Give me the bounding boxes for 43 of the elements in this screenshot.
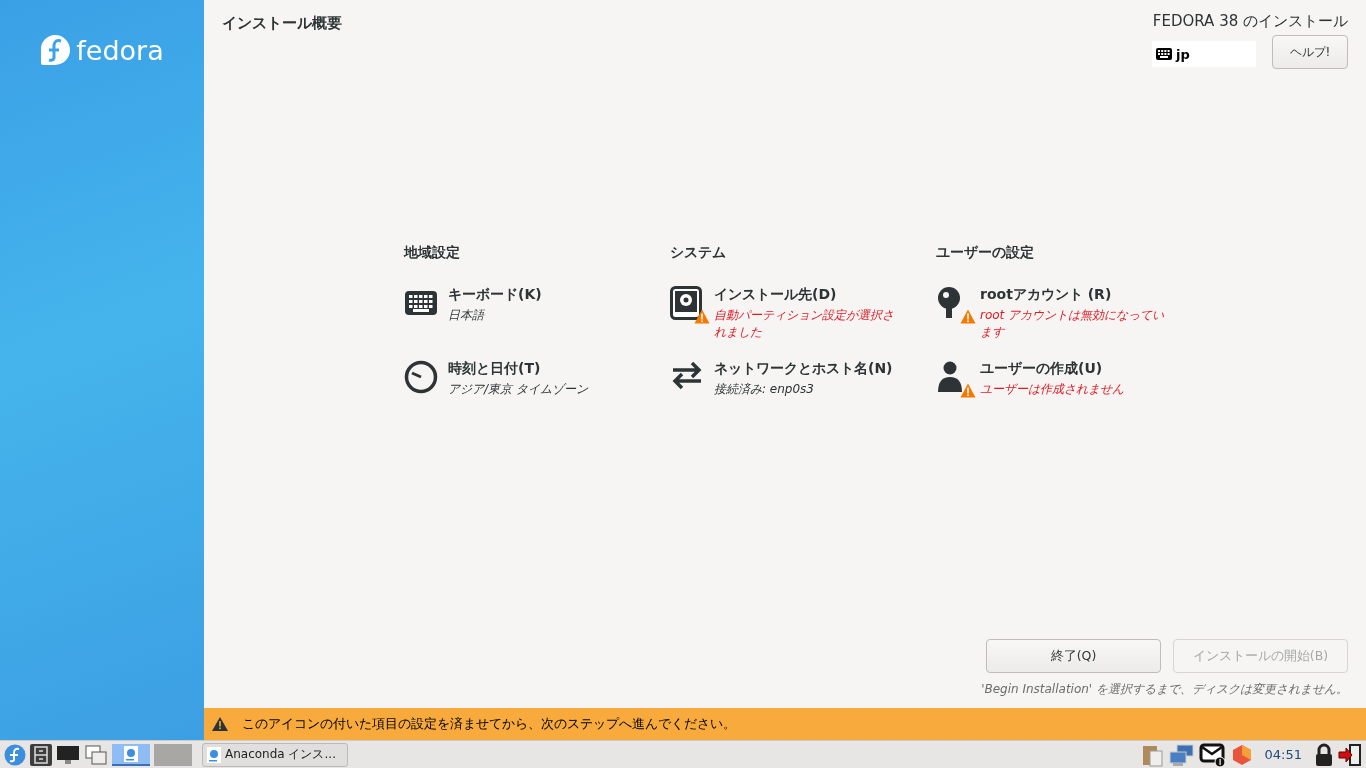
spoke-link[interactable]: 時刻と日付(T) bbox=[448, 360, 588, 378]
taskbar-window-button[interactable]: Anaconda インス... bbox=[202, 742, 348, 767]
product-title: FEDORA 38 のインストール bbox=[1152, 12, 1348, 31]
section-title: ユーザーの設定 bbox=[936, 244, 1035, 262]
logo-text: fedora bbox=[76, 34, 164, 66]
arrows-icon bbox=[670, 360, 704, 390]
warning-icon bbox=[212, 717, 228, 731]
fedora-logo-icon bbox=[40, 34, 71, 66]
mail-icon[interactable] bbox=[1198, 741, 1227, 768]
quit-button[interactable]: 終了(Q) bbox=[986, 639, 1161, 673]
spoke-status: アジア/東京 タイムゾーン bbox=[448, 381, 588, 398]
warning-text: このアイコンの付いた項目の設定を済ませてから、次のステップへ進んでください。 bbox=[242, 715, 736, 733]
clock-text[interactable]: 04:51 bbox=[1264, 747, 1302, 762]
spoke-status: root アカウントは無効になっています bbox=[980, 307, 1165, 341]
keyboard-icon bbox=[404, 290, 438, 316]
spoke-link[interactable]: ユーザーの作成(U) bbox=[980, 360, 1124, 378]
clock-icon bbox=[404, 360, 438, 394]
section-title: 地域設定 bbox=[404, 244, 461, 262]
file-cabinet-icon[interactable] bbox=[30, 743, 52, 766]
spoke-status: ユーザーは作成されません bbox=[980, 381, 1124, 398]
spoke-status: 日本語 bbox=[448, 307, 486, 324]
spoke-status: 接続済み: enp0s3 bbox=[714, 381, 815, 398]
keyboard-layout-text: jp bbox=[1176, 46, 1190, 62]
workspace-switcher[interactable] bbox=[154, 743, 192, 766]
monitor-icon[interactable] bbox=[56, 743, 80, 766]
spoke-link[interactable]: ネットワークとホスト名(N) bbox=[714, 360, 893, 378]
lock-icon[interactable] bbox=[1314, 742, 1334, 767]
spoke-link[interactable]: キーボード(K) bbox=[448, 286, 542, 304]
spoke-status: 自動パーティション設定が選択されました bbox=[714, 307, 895, 341]
spoke-link[interactable]: インストール先(D) bbox=[714, 286, 899, 304]
keyboard-icon bbox=[1156, 48, 1172, 60]
logout-icon[interactable] bbox=[1338, 742, 1362, 767]
section-title: システム bbox=[670, 244, 727, 262]
workspace-switcher[interactable] bbox=[112, 743, 150, 766]
page-title: インストール概要 bbox=[222, 14, 342, 34]
window-icon bbox=[124, 745, 138, 762]
help-button[interactable]: ヘルプ! bbox=[1272, 35, 1348, 69]
spoke-link[interactable]: rootアカウント (R) bbox=[980, 286, 1165, 304]
network-computers-icon[interactable] bbox=[1168, 742, 1195, 767]
cube-icon[interactable] bbox=[1230, 743, 1253, 766]
window-icon bbox=[207, 746, 221, 763]
keyboard-layout-indicator[interactable]: jp bbox=[1152, 41, 1256, 67]
footer-note: 'Begin Installation' を選択するまで、ディスクは変更されません。 bbox=[981, 681, 1348, 698]
